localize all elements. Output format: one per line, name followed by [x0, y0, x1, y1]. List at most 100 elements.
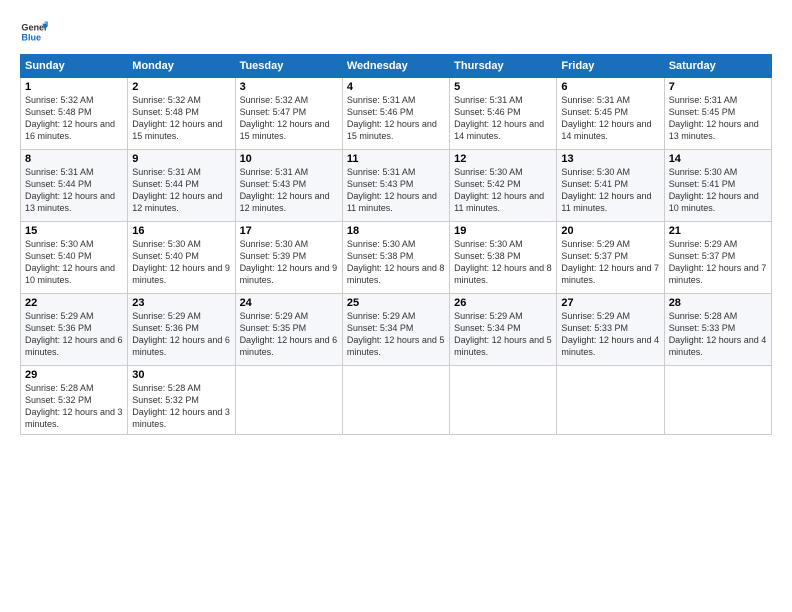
- col-header-wednesday: Wednesday: [342, 55, 449, 78]
- calendar-cell: 19 Sunrise: 5:30 AMSunset: 5:38 PMDaylig…: [450, 222, 557, 294]
- day-number: 26: [454, 297, 552, 309]
- calendar-cell: 27 Sunrise: 5:29 AMSunset: 5:33 PMDaylig…: [557, 294, 664, 366]
- calendar-cell: 2 Sunrise: 5:32 AMSunset: 5:48 PMDayligh…: [128, 78, 235, 150]
- cell-info: Sunrise: 5:30 AMSunset: 5:41 PMDaylight:…: [669, 167, 759, 213]
- calendar-cell: 1 Sunrise: 5:32 AMSunset: 5:48 PMDayligh…: [21, 78, 128, 150]
- day-number: 8: [25, 153, 123, 165]
- col-header-thursday: Thursday: [450, 55, 557, 78]
- cell-info: Sunrise: 5:30 AMSunset: 5:41 PMDaylight:…: [561, 167, 651, 213]
- calendar-cell: 30 Sunrise: 5:28 AMSunset: 5:32 PMDaylig…: [128, 366, 235, 435]
- calendar-cell: 3 Sunrise: 5:32 AMSunset: 5:47 PMDayligh…: [235, 78, 342, 150]
- col-header-sunday: Sunday: [21, 55, 128, 78]
- col-header-saturday: Saturday: [664, 55, 771, 78]
- calendar-cell: 13 Sunrise: 5:30 AMSunset: 5:41 PMDaylig…: [557, 150, 664, 222]
- day-number: 28: [669, 297, 767, 309]
- day-number: 3: [240, 81, 338, 93]
- day-number: 22: [25, 297, 123, 309]
- day-number: 11: [347, 153, 445, 165]
- svg-text:Blue: Blue: [21, 32, 41, 42]
- calendar-cell: 15 Sunrise: 5:30 AMSunset: 5:40 PMDaylig…: [21, 222, 128, 294]
- calendar-cell: 18 Sunrise: 5:30 AMSunset: 5:38 PMDaylig…: [342, 222, 449, 294]
- calendar-cell: 24 Sunrise: 5:29 AMSunset: 5:35 PMDaylig…: [235, 294, 342, 366]
- cell-info: Sunrise: 5:29 AMSunset: 5:37 PMDaylight:…: [669, 239, 767, 285]
- calendar-cell: 5 Sunrise: 5:31 AMSunset: 5:46 PMDayligh…: [450, 78, 557, 150]
- cell-info: Sunrise: 5:28 AMSunset: 5:32 PMDaylight:…: [132, 383, 230, 429]
- header-row: SundayMondayTuesdayWednesdayThursdayFrid…: [21, 55, 772, 78]
- cell-info: Sunrise: 5:31 AMSunset: 5:46 PMDaylight:…: [347, 95, 437, 141]
- cell-info: Sunrise: 5:30 AMSunset: 5:40 PMDaylight:…: [25, 239, 115, 285]
- cell-info: Sunrise: 5:31 AMSunset: 5:43 PMDaylight:…: [240, 167, 330, 213]
- calendar-cell: 22 Sunrise: 5:29 AMSunset: 5:36 PMDaylig…: [21, 294, 128, 366]
- cell-info: Sunrise: 5:29 AMSunset: 5:36 PMDaylight:…: [25, 311, 123, 357]
- cell-info: Sunrise: 5:31 AMSunset: 5:45 PMDaylight:…: [669, 95, 759, 141]
- calendar-cell: 28 Sunrise: 5:28 AMSunset: 5:33 PMDaylig…: [664, 294, 771, 366]
- calendar-cell: 20 Sunrise: 5:29 AMSunset: 5:37 PMDaylig…: [557, 222, 664, 294]
- cell-info: Sunrise: 5:29 AMSunset: 5:35 PMDaylight:…: [240, 311, 338, 357]
- day-number: 9: [132, 153, 230, 165]
- cell-info: Sunrise: 5:28 AMSunset: 5:32 PMDaylight:…: [25, 383, 123, 429]
- cell-info: Sunrise: 5:31 AMSunset: 5:45 PMDaylight:…: [561, 95, 651, 141]
- day-number: 23: [132, 297, 230, 309]
- day-number: 16: [132, 225, 230, 237]
- calendar-cell: [450, 366, 557, 435]
- calendar-cell: 26 Sunrise: 5:29 AMSunset: 5:34 PMDaylig…: [450, 294, 557, 366]
- day-number: 7: [669, 81, 767, 93]
- day-number: 18: [347, 225, 445, 237]
- calendar-cell: 14 Sunrise: 5:30 AMSunset: 5:41 PMDaylig…: [664, 150, 771, 222]
- cell-info: Sunrise: 5:32 AMSunset: 5:48 PMDaylight:…: [132, 95, 222, 141]
- cell-info: Sunrise: 5:30 AMSunset: 5:38 PMDaylight:…: [347, 239, 445, 285]
- col-header-tuesday: Tuesday: [235, 55, 342, 78]
- logo: General Blue: [20, 18, 52, 46]
- calendar-cell: 16 Sunrise: 5:30 AMSunset: 5:40 PMDaylig…: [128, 222, 235, 294]
- calendar-cell: 10 Sunrise: 5:31 AMSunset: 5:43 PMDaylig…: [235, 150, 342, 222]
- day-number: 15: [25, 225, 123, 237]
- cell-info: Sunrise: 5:29 AMSunset: 5:34 PMDaylight:…: [347, 311, 445, 357]
- calendar-cell: 29 Sunrise: 5:28 AMSunset: 5:32 PMDaylig…: [21, 366, 128, 435]
- calendar-cell: [664, 366, 771, 435]
- cell-info: Sunrise: 5:28 AMSunset: 5:33 PMDaylight:…: [669, 311, 767, 357]
- calendar-cell: [342, 366, 449, 435]
- calendar-cell: 21 Sunrise: 5:29 AMSunset: 5:37 PMDaylig…: [664, 222, 771, 294]
- cell-info: Sunrise: 5:31 AMSunset: 5:43 PMDaylight:…: [347, 167, 437, 213]
- cell-info: Sunrise: 5:29 AMSunset: 5:36 PMDaylight:…: [132, 311, 230, 357]
- header: General Blue: [20, 18, 772, 46]
- calendar-cell: [557, 366, 664, 435]
- day-number: 30: [132, 369, 230, 381]
- day-number: 21: [669, 225, 767, 237]
- calendar-cell: 23 Sunrise: 5:29 AMSunset: 5:36 PMDaylig…: [128, 294, 235, 366]
- cell-info: Sunrise: 5:30 AMSunset: 5:39 PMDaylight:…: [240, 239, 338, 285]
- day-number: 27: [561, 297, 659, 309]
- calendar-cell: 8 Sunrise: 5:31 AMSunset: 5:44 PMDayligh…: [21, 150, 128, 222]
- cell-info: Sunrise: 5:32 AMSunset: 5:47 PMDaylight:…: [240, 95, 330, 141]
- cell-info: Sunrise: 5:30 AMSunset: 5:42 PMDaylight:…: [454, 167, 544, 213]
- calendar-cell: [235, 366, 342, 435]
- day-number: 19: [454, 225, 552, 237]
- day-number: 4: [347, 81, 445, 93]
- day-number: 10: [240, 153, 338, 165]
- day-number: 25: [347, 297, 445, 309]
- calendar-cell: 17 Sunrise: 5:30 AMSunset: 5:39 PMDaylig…: [235, 222, 342, 294]
- calendar-table: SundayMondayTuesdayWednesdayThursdayFrid…: [20, 54, 772, 435]
- day-number: 24: [240, 297, 338, 309]
- col-header-friday: Friday: [557, 55, 664, 78]
- col-header-monday: Monday: [128, 55, 235, 78]
- cell-info: Sunrise: 5:31 AMSunset: 5:46 PMDaylight:…: [454, 95, 544, 141]
- day-number: 6: [561, 81, 659, 93]
- day-number: 2: [132, 81, 230, 93]
- day-number: 1: [25, 81, 123, 93]
- day-number: 12: [454, 153, 552, 165]
- day-number: 5: [454, 81, 552, 93]
- cell-info: Sunrise: 5:29 AMSunset: 5:34 PMDaylight:…: [454, 311, 552, 357]
- cell-info: Sunrise: 5:31 AMSunset: 5:44 PMDaylight:…: [132, 167, 222, 213]
- calendar-cell: 9 Sunrise: 5:31 AMSunset: 5:44 PMDayligh…: [128, 150, 235, 222]
- calendar-cell: 12 Sunrise: 5:30 AMSunset: 5:42 PMDaylig…: [450, 150, 557, 222]
- day-number: 17: [240, 225, 338, 237]
- cell-info: Sunrise: 5:30 AMSunset: 5:40 PMDaylight:…: [132, 239, 230, 285]
- day-number: 29: [25, 369, 123, 381]
- cell-info: Sunrise: 5:29 AMSunset: 5:37 PMDaylight:…: [561, 239, 659, 285]
- cell-info: Sunrise: 5:29 AMSunset: 5:33 PMDaylight:…: [561, 311, 659, 357]
- day-number: 13: [561, 153, 659, 165]
- day-number: 20: [561, 225, 659, 237]
- cell-info: Sunrise: 5:30 AMSunset: 5:38 PMDaylight:…: [454, 239, 552, 285]
- calendar-cell: 6 Sunrise: 5:31 AMSunset: 5:45 PMDayligh…: [557, 78, 664, 150]
